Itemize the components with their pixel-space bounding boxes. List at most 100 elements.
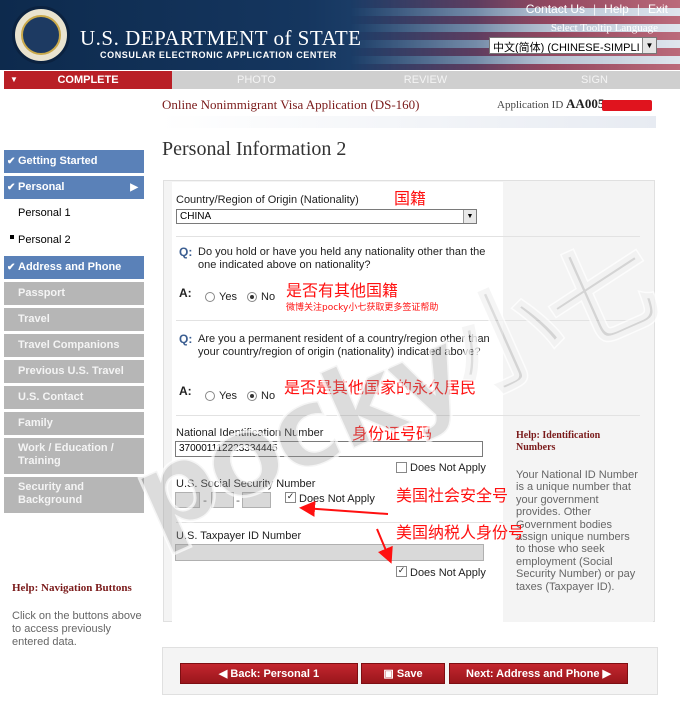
progress-step-sign: SIGN — [581, 74, 608, 86]
next-button-label: Next: Address and Phone — [466, 668, 600, 680]
ssn-does-not-apply-label: Does Not Apply — [299, 493, 375, 505]
sidebar-item-family: Family — [4, 412, 144, 435]
check-icon: ✔ — [7, 262, 16, 273]
question-marker: Q: — [179, 245, 193, 259]
sidebar-item-personal-2[interactable]: Personal 2 — [4, 229, 144, 253]
permanent-resident-question: Are you a permanent resident of a countr… — [198, 333, 490, 358]
application-id-label: Application ID — [497, 99, 564, 111]
sidebar-item-personal[interactable]: ✔ Personal ▶ — [4, 176, 144, 199]
contact-us-link[interactable]: Contact Us — [526, 2, 585, 16]
sidebar-item-getting-started[interactable]: ✔ Getting Started — [4, 150, 144, 173]
q2-yes-radio[interactable] — [205, 391, 215, 401]
ssn-does-not-apply-checkbox[interactable]: ✓ — [285, 492, 296, 503]
sidebar-item-label: Travel — [18, 313, 50, 325]
redaction-mark — [602, 99, 653, 111]
next-button[interactable]: Next: Address and Phone ▶ — [449, 663, 628, 684]
chevron-down-icon: ▼ — [463, 210, 476, 223]
tooltip-language-label: Select Tooltip Language — [550, 22, 658, 34]
help-identification-text: Your National ID Number is a unique numb… — [516, 469, 638, 593]
sidebar-item-travel-companions: Travel Companions — [4, 334, 144, 357]
national-id-label: National Identification Number — [176, 427, 324, 439]
taxpayer-does-not-apply-label: Does Not Apply — [410, 567, 486, 579]
sidebar-item-label: Passport — [18, 287, 66, 299]
title-rule — [160, 116, 656, 128]
help-navigation-text: Click on the buttons above to access pre… — [12, 610, 142, 648]
ssn-dash: - — [236, 494, 240, 507]
sidebar-item-work-education: Work / Education / Training — [4, 438, 144, 474]
taxpayer-id-input[interactable] — [175, 544, 484, 561]
q1-yes-radio[interactable] — [205, 292, 215, 302]
save-button-label: Save — [396, 668, 423, 680]
divider — [176, 320, 640, 321]
site-header: U.S. DEPARTMENT of STATE CONSULAR ELECTR… — [0, 0, 680, 70]
sidebar-item-us-contact: U.S. Contact — [4, 386, 144, 409]
annotation-weibo-note: 微博关注pocky小七获取更多签证帮助 — [286, 303, 439, 313]
other-nationality-question: Do you hold or have you held any nationa… — [198, 246, 486, 271]
ssn-part-2-input[interactable] — [211, 492, 234, 508]
progress-step-photo: PHOTO — [237, 74, 276, 86]
national-id-does-not-apply-checkbox[interactable] — [396, 462, 407, 473]
sidebar-item-label: Travel Companions — [18, 339, 120, 351]
sidebar-nav: ✔ Getting Started ✔ Personal ▶ Personal 1 … — [4, 150, 144, 516]
chevron-right-icon: ▶ — [599, 668, 611, 680]
ssn-part-3-input[interactable] — [242, 492, 271, 508]
national-id-does-not-apply-label: Does Not Apply — [410, 462, 486, 474]
ssn-part-1-input[interactable] — [175, 492, 200, 508]
progress-bar: COMPLETE PHOTO REVIEW SIGN — [4, 71, 680, 89]
application-id-value: AA005 — [566, 96, 605, 111]
annotation-id-number: 身份证号码 — [352, 424, 433, 443]
current-page-bullet-icon — [10, 235, 14, 239]
page-title: Personal Information 2 — [162, 138, 347, 160]
divider — [176, 236, 640, 237]
sidebar-item-previous-us-travel: Previous U.S. Travel — [4, 360, 144, 383]
department-subtitle: CONSULAR ELECTRONIC APPLICATION CENTER — [100, 50, 337, 60]
sidebar-item-label: Personal — [18, 181, 65, 193]
taxpayer-id-label: U.S. Taxpayer ID Number — [176, 530, 302, 542]
state-department-seal-logo — [12, 6, 70, 64]
application-id: Application ID AA005 — [497, 96, 653, 112]
sidebar-item-personal-1[interactable]: Personal 1 — [4, 202, 144, 226]
taxpayer-does-not-apply-checkbox[interactable]: ✓ — [396, 566, 407, 577]
annotation-taxpayer: 美国纳税人身份号 — [396, 523, 525, 542]
sidebar-item-label: Family — [18, 417, 53, 429]
nationality-select[interactable]: CHINA ▼ — [176, 209, 477, 224]
ssn-label: U.S. Social Security Number — [176, 478, 316, 490]
sidebar-item-label: Previous U.S. Travel — [18, 365, 124, 377]
check-icon: ✔ — [7, 182, 16, 193]
sidebar-item-address-and-phone[interactable]: ✔ Address and Phone — [4, 256, 144, 279]
department-title: U.S. DEPARTMENT of STATE — [80, 26, 362, 50]
exit-link[interactable]: Exit — [648, 2, 668, 16]
tooltip-language-select[interactable]: 中文(简体) (CHINESE-SIMPLI ▼ — [489, 37, 657, 54]
answer-marker: A: — [179, 384, 192, 398]
ssn-dash: - — [203, 494, 207, 507]
sidebar-item-security-background: Security and Background — [4, 477, 144, 513]
language-value: 中文(简体) (CHINESE-SIMPLI — [493, 42, 640, 54]
annotation-permanent-resident: 是否是其他国家的永久居民 — [284, 378, 477, 397]
national-id-input[interactable]: 370001112223334445 — [175, 441, 483, 457]
check-icon: ✔ — [7, 156, 16, 167]
q2-no-label: No — [261, 390, 276, 402]
q1-no-label: No — [261, 291, 276, 303]
progress-step-complete: COMPLETE — [4, 71, 172, 89]
question-marker: Q: — [179, 332, 193, 346]
help-link[interactable]: Help — [604, 2, 629, 16]
back-button[interactable]: ◀ Back: Personal 1 — [180, 663, 358, 684]
back-button-label: Back: Personal 1 — [230, 668, 320, 680]
top-links: Contact Us | Help | Exit — [525, 2, 668, 16]
divider — [176, 415, 640, 416]
q2-no-radio[interactable] — [247, 391, 257, 401]
application-title: Online Nonimmigrant Visa Application (DS… — [162, 97, 420, 112]
sidebar-item-travel: Travel — [4, 308, 144, 331]
help-identification-title: Help: Identification Numbers — [516, 430, 601, 453]
annotation-other-nationality: 是否有其他国籍 — [286, 281, 399, 300]
q1-no-radio[interactable] — [247, 292, 257, 302]
save-icon: ▣ — [383, 668, 397, 680]
save-button[interactable]: ▣ Save — [361, 663, 445, 684]
chevron-down-icon: ▼ — [642, 38, 656, 53]
sidebar-item-label: Work / Education / Training — [18, 442, 114, 467]
sidebar-item-label: Personal 2 — [18, 234, 71, 246]
help-navigation-title: Help: Navigation Buttons — [12, 582, 132, 594]
sidebar-item-label: Personal 1 — [18, 207, 71, 219]
sidebar-item-label: Getting Started — [18, 155, 98, 167]
sidebar-item-label: U.S. Contact — [18, 391, 84, 403]
